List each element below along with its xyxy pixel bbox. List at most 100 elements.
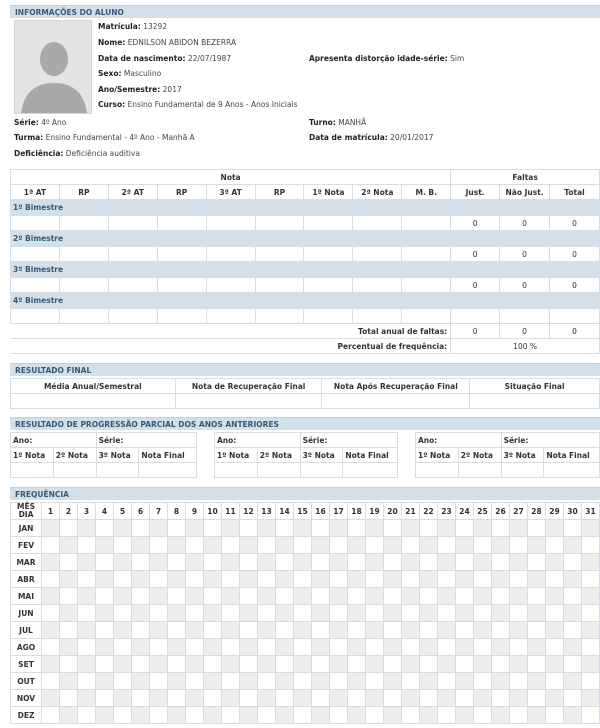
frequency-cell	[437, 553, 456, 571]
day-header-21: 21	[401, 502, 420, 520]
frequency-cell	[275, 638, 294, 656]
col-total: Total	[549, 184, 600, 200]
frequency-cell	[581, 604, 600, 622]
month-label-jun: JUN	[10, 604, 42, 622]
frequency-cell	[509, 706, 528, 724]
table-row	[10, 308, 600, 324]
frequency-cell	[275, 655, 294, 673]
frequency-cell	[131, 672, 150, 690]
frequency-cell	[149, 689, 168, 707]
frequency-cell	[347, 706, 366, 724]
frequency-cell	[347, 519, 366, 537]
frequency-grid: MÊS DIA 1 2 3 4 5 6 7 8 9 10 11 12 13 14 15 16 17 18 19 20 21 2…	[10, 502, 600, 724]
frequency-cell	[455, 536, 474, 554]
frequency-cell	[329, 655, 348, 673]
day-header-25: 25	[473, 502, 492, 520]
frequency-cell	[113, 570, 132, 588]
frequency-cell	[221, 621, 240, 639]
frequencia-percent-row: Percentual de frequência: 100 %	[10, 338, 600, 354]
frequency-cell	[131, 638, 150, 656]
frequency-cell	[365, 604, 384, 622]
frequency-cell	[527, 672, 546, 690]
day-header-1: 1	[41, 502, 60, 520]
col-situacao-final: Situação Final	[469, 378, 600, 394]
frequency-cell	[473, 587, 492, 605]
frequency-cell	[437, 706, 456, 724]
frequency-cell	[455, 655, 474, 673]
frequency-cell	[185, 621, 204, 639]
frequency-cell	[437, 587, 456, 605]
frequency-cell	[275, 672, 294, 690]
total-faltas-label: Total anual de faltas:	[10, 323, 452, 339]
frequency-cell	[203, 655, 222, 673]
frequency-cell	[365, 570, 384, 588]
frequency-cell	[365, 672, 384, 690]
corner-day-label: DIA	[18, 510, 34, 519]
bim3-total: 0	[549, 277, 600, 293]
prog1-col-nota-final: Nota Final	[138, 447, 197, 463]
frequency-cell	[257, 553, 276, 571]
frequency-cell	[437, 519, 456, 537]
section-header-info: INFORMAÇÕES DO ALUNO	[10, 5, 600, 18]
frequency-cell	[293, 621, 312, 639]
frequency-cell	[509, 689, 528, 707]
frequency-cell	[77, 587, 96, 605]
frequency-cell	[563, 672, 582, 690]
frequency-cell	[563, 604, 582, 622]
frequency-cell	[239, 689, 258, 707]
frequency-cell	[473, 553, 492, 571]
bimestre-3-label: 3º Bimestre	[10, 261, 600, 278]
frequency-cell	[95, 587, 114, 605]
frequency-cell	[149, 638, 168, 656]
frequency-cell	[383, 638, 402, 656]
frequency-cell	[77, 706, 96, 724]
frequency-cell	[131, 604, 150, 622]
month-label-set: SET	[10, 655, 42, 673]
frequency-cell	[41, 689, 60, 707]
frequency-cell	[509, 587, 528, 605]
frequency-cell	[293, 655, 312, 673]
nota-header: Nota	[9, 169, 452, 185]
frequency-cell	[347, 604, 366, 622]
frequency-cell	[41, 536, 60, 554]
frequency-cell	[77, 638, 96, 656]
frequency-cell	[257, 536, 276, 554]
frequency-cell	[545, 655, 564, 673]
frequency-cell	[293, 638, 312, 656]
frequency-cell	[149, 604, 168, 622]
prog2-col-nota-final: Nota Final	[342, 447, 398, 463]
frequency-cell	[95, 638, 114, 656]
frequency-cell	[59, 587, 78, 605]
frequency-cell	[203, 604, 222, 622]
frequency-cell	[545, 672, 564, 690]
frequency-cell	[59, 638, 78, 656]
frequency-cell	[365, 621, 384, 639]
frequency-cell	[149, 570, 168, 588]
day-header-12: 12	[239, 502, 258, 520]
frequency-cell	[581, 689, 600, 707]
frequency-cell	[59, 689, 78, 707]
month-label-dez: DEZ	[10, 706, 42, 724]
student-photo-placeholder	[14, 20, 92, 114]
frequency-cell	[545, 689, 564, 707]
ano-semestre-value: 2017	[162, 85, 182, 94]
frequency-cell	[149, 672, 168, 690]
frequency-cell	[41, 570, 60, 588]
frequency-cell	[59, 519, 78, 537]
frequency-cell	[437, 536, 456, 554]
frequency-cell	[275, 587, 294, 605]
nome-label: Nome:	[98, 38, 126, 47]
frequency-cell	[221, 689, 240, 707]
frequency-cell	[131, 570, 150, 588]
frequency-cell	[383, 672, 402, 690]
nascimento-label: Data de nascimento:	[98, 54, 186, 63]
frequency-cell	[383, 621, 402, 639]
frequency-cell	[239, 621, 258, 639]
frequency-cell	[185, 604, 204, 622]
table-row: 0 0 0	[10, 246, 600, 262]
frequency-cell	[167, 706, 186, 724]
day-header-5: 5	[113, 502, 132, 520]
frequency-cell	[113, 536, 132, 554]
frequency-cell	[329, 621, 348, 639]
distorcao-label: Apresenta distorção idade-série:	[309, 54, 448, 63]
